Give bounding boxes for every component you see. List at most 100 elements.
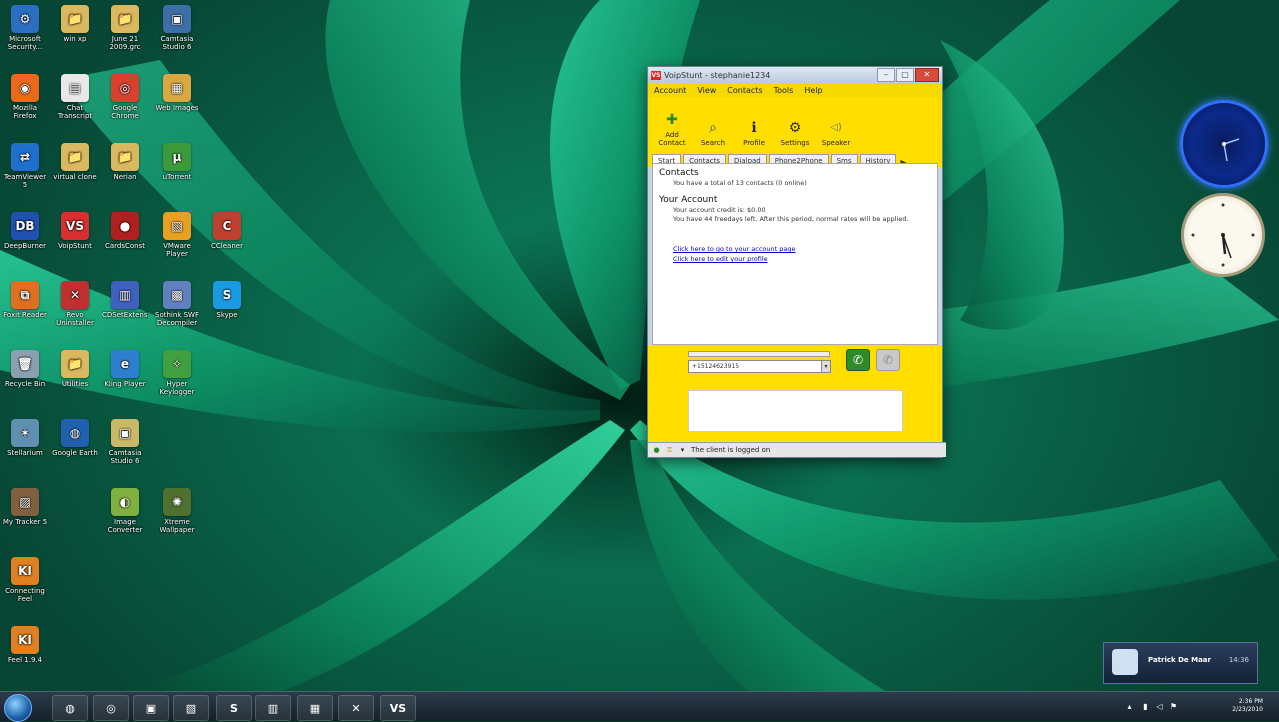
- desktop-icon[interactable]: S Skype: [204, 281, 250, 327]
- menu-tools[interactable]: Tools: [774, 86, 794, 95]
- analog-clock-gadget[interactable]: [1181, 193, 1265, 277]
- desktop-icon[interactable]: ⇄ TeamViewer 5: [2, 143, 48, 189]
- app-icon: S: [213, 281, 241, 309]
- speaker-button[interactable]: ◁) Speaker: [816, 119, 856, 147]
- desktop-icon[interactable]: ◐ Image Converter: [102, 488, 148, 534]
- desktop-icon-label: Camtasia Studio 6: [160, 35, 194, 51]
- menu-account[interactable]: Account: [654, 86, 686, 95]
- network-icon[interactable]: ▮: [1141, 702, 1150, 711]
- desktop-icon[interactable]: 📁 June 21 2009.grc: [102, 5, 148, 51]
- app-icon: DB: [11, 212, 39, 240]
- edit-profile-link[interactable]: Click here to edit your profile: [653, 253, 937, 263]
- chevron-down-icon[interactable]: ▾: [821, 361, 830, 372]
- desktop-icon[interactable]: KI Connecting Feel: [2, 557, 48, 603]
- taskbar-app-button[interactable]: ◎: [93, 695, 129, 721]
- desktop-icon-label: Google Chrome: [111, 104, 139, 120]
- desktop-icon-label: VMware Player: [163, 242, 191, 258]
- message-input[interactable]: [688, 390, 903, 432]
- desktop-icon[interactable]: ▨ My Tracker 5: [2, 488, 48, 534]
- hangup-icon: ✆: [882, 353, 894, 367]
- desktop-icon[interactable]: 📁 win xp: [52, 5, 98, 51]
- taskbar-app-button[interactable]: ▥: [255, 695, 291, 721]
- add-contact-label: Add Contact: [658, 131, 686, 147]
- profile-button[interactable]: ℹ Profile: [734, 119, 774, 147]
- taskbar-app-button[interactable]: VS: [380, 695, 416, 721]
- app-icon: 📁: [111, 5, 139, 33]
- skype-notification[interactable]: Patrick De Maar 14:36: [1103, 642, 1258, 684]
- desktop-icon[interactable]: µ uTorrent: [154, 143, 200, 189]
- dropdown-icon[interactable]: ▾: [678, 446, 687, 455]
- app-icon: 📁: [111, 143, 139, 171]
- menu-help[interactable]: Help: [804, 86, 822, 95]
- desktop-icon[interactable]: ◉ Mozilla Firefox: [2, 74, 48, 120]
- taskbar-app-button[interactable]: ✕: [338, 695, 374, 721]
- blue-clock-gadget[interactable]: [1180, 100, 1268, 188]
- desktop-icon-label: Camtasia Studio 6: [108, 449, 142, 465]
- desktop-icon[interactable]: C CCleaner: [204, 212, 250, 258]
- taskbar-app-button[interactable]: ◍: [52, 695, 88, 721]
- desktop-icon[interactable]: VS VoipStunt: [52, 212, 98, 258]
- desktop-icon-label: Connecting Feel: [5, 587, 45, 603]
- status-text: The client is logged on: [691, 446, 771, 454]
- desktop-icon-label: Xtreme Wallpaper: [159, 518, 195, 534]
- desktop-icon[interactable]: 📁 virtual clone: [52, 143, 98, 189]
- minimize-button[interactable]: –: [877, 68, 895, 82]
- app-icon: ▥: [111, 281, 139, 309]
- phone-number-value: +15124623915: [692, 363, 740, 370]
- taskbar-app-button[interactable]: ▧: [173, 695, 209, 721]
- desktop-icon[interactable]: ▩ Sothink SWF Decompiler: [154, 281, 200, 327]
- desktop-icon[interactable]: ✺ Xtreme Wallpaper: [154, 488, 200, 534]
- app-icon: ◉: [11, 74, 39, 102]
- menu-contacts[interactable]: Contacts: [727, 86, 762, 95]
- desktop-icon-label: virtual clone: [53, 173, 97, 181]
- desktop-icon[interactable]: ✧ Hyper Keylogger: [154, 350, 200, 396]
- desktop-icon[interactable]: KI Feel 1.9.4: [2, 626, 48, 672]
- phone-number-select[interactable]: +15124623915 ▾: [688, 360, 831, 373]
- desktop-icon[interactable]: 🗑 Recycle Bin: [2, 350, 48, 396]
- account-page-link[interactable]: Click here to go to your account page: [653, 223, 937, 253]
- call-button[interactable]: ✆: [846, 349, 870, 371]
- close-button[interactable]: ✕: [915, 68, 939, 82]
- desktop-icon[interactable]: ▤ Chat Transcript: [52, 74, 98, 120]
- window-titlebar[interactable]: VS VoipStunt - stephanie1234 – ▢ ✕: [648, 67, 942, 83]
- desktop-icon[interactable]: ⚙ Microsoft Security...: [2, 5, 48, 51]
- desktop-icon[interactable]: e Kling Player: [102, 350, 148, 396]
- search-button[interactable]: ⌕ Search: [693, 119, 733, 147]
- desktop-icon[interactable]: ⧉ Foxit Reader: [2, 281, 48, 327]
- desktop-icon-label: Hyper Keylogger: [159, 380, 195, 396]
- taskbar-app-button[interactable]: S: [216, 695, 252, 721]
- flag-icon[interactable]: ⚑: [1169, 702, 1178, 711]
- app-icon: ✶: [11, 419, 39, 447]
- taskbar-clock[interactable]: 2:36 PM 2/23/2010: [1232, 698, 1263, 714]
- volume-icon[interactable]: ◁: [1155, 702, 1164, 711]
- settings-button[interactable]: ⚙ Settings: [775, 119, 815, 147]
- desktop-icon[interactable]: ▣ Camtasia Studio 6: [102, 419, 148, 465]
- desktop-icon[interactable]: ▦ Web Images: [154, 74, 200, 120]
- status-online-icon: ●: [653, 445, 660, 454]
- maximize-button[interactable]: ▢: [896, 68, 914, 82]
- desktop-icon[interactable]: ● CardsConst: [102, 212, 148, 258]
- desktop-icon[interactable]: 📁 Nerian: [102, 143, 148, 189]
- tray-arrow-icon[interactable]: ▴: [1125, 702, 1134, 711]
- add-contact-button[interactable]: ✚ Add Contact: [652, 111, 692, 147]
- taskbar-app-button[interactable]: ▦: [297, 695, 333, 721]
- desktop-icon[interactable]: ▥ CDSetExtensions: [102, 281, 148, 327]
- notification-name: Patrick De Maar: [1148, 656, 1211, 664]
- desktop-icon[interactable]: ✶ Stellarium: [2, 419, 48, 465]
- desktop-icon[interactable]: ◍ Google Earth: [52, 419, 98, 465]
- desktop-icon[interactable]: ▣ Camtasia Studio 6: [154, 5, 200, 51]
- taskbar-app-button[interactable]: ▣: [133, 695, 169, 721]
- desktop-icon[interactable]: 📁 Utilities: [52, 350, 98, 396]
- menu-view[interactable]: View: [697, 86, 716, 95]
- app-icon: e: [111, 350, 139, 378]
- start-button[interactable]: [4, 694, 32, 722]
- voipstunt-window[interactable]: VS VoipStunt - stephanie1234 – ▢ ✕ Accou…: [647, 66, 946, 458]
- desktop-icon[interactable]: DB DeepBurner: [2, 212, 48, 258]
- desktop-icon-label: CDSetExtensions: [102, 311, 148, 319]
- desktop-icon[interactable]: ◎ Google Chrome: [102, 74, 148, 120]
- desktop-icon[interactable]: ▧ VMware Player: [154, 212, 200, 258]
- hangup-button[interactable]: ✆: [876, 349, 900, 371]
- desktop-icon[interactable]: ✕ Revo Uninstaller: [52, 281, 98, 327]
- app-icon: KI: [11, 626, 39, 654]
- desktop-icon-label: win xp: [63, 35, 87, 43]
